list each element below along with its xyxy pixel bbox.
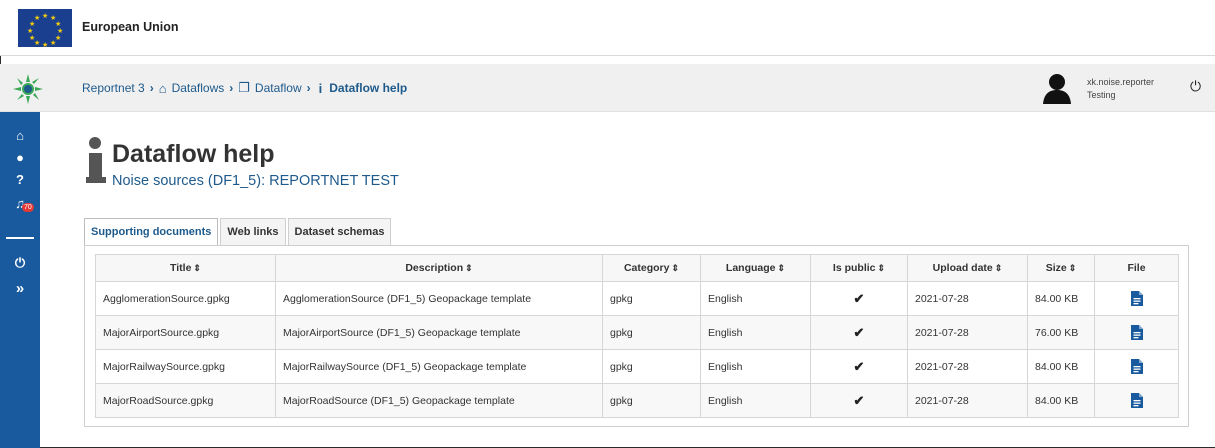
sort-icon: ⇕ (877, 263, 886, 273)
user-name: xk.noise.reporter (1087, 77, 1155, 87)
logout-power-icon[interactable]: ⏻ (1190, 78, 1201, 95)
eu-flag-logo: ★ ★ ★ ★ ★ ★ ★ ★ ★ ★ ★ ★ (18, 9, 72, 49)
page-title: Dataflow help (112, 140, 275, 168)
breadcrumb: Reportnet 3 › ⌂ Dataflows › ❐ Dataflow ›… (82, 80, 407, 96)
cell-category: gpkg (602, 349, 701, 384)
expand-sidebar-icon[interactable]: » (0, 280, 40, 297)
notification-badge: 70 (22, 203, 34, 212)
table-row: MajorRoadSource.gpkg MajorRoadSource (DF… (95, 383, 1179, 418)
chevron-right-icon: › (149, 81, 154, 95)
cell-upload-date: 2021-07-28 (907, 383, 1028, 418)
cell-category: gpkg (602, 281, 701, 316)
info-icon (86, 137, 106, 183)
cell-file (1094, 281, 1179, 316)
sort-icon: ⇕ (465, 263, 473, 273)
sort-icon: ⇕ (671, 263, 680, 273)
column-file: File (1094, 254, 1179, 282)
app-header: Reportnet 3 › ⌂ Dataflows › ❐ Dataflow ›… (0, 64, 1215, 112)
cell-size: 84.00 KB (1027, 349, 1095, 384)
cell-language: English (700, 281, 811, 316)
reportnet-logo-icon[interactable] (13, 74, 43, 104)
cell-size: 76.00 KB (1027, 315, 1095, 350)
column-language[interactable]: Language ⇕ (700, 254, 811, 282)
breadcrumb-dataflows[interactable]: Dataflows (172, 81, 225, 95)
info-icon: i (318, 80, 323, 96)
cell-description: MajorRailwaySource (DF1_5) Geopackage te… (275, 349, 603, 384)
page-subtitle: Noise sources (DF1_5): REPORTNET TEST (112, 173, 399, 189)
cell-title: MajorRoadSource.gpkg (95, 383, 276, 418)
cell-size: 84.00 KB (1027, 281, 1095, 316)
user-info[interactable]: xk.noise.reporter Testing (1087, 76, 1154, 102)
cell-upload-date: 2021-07-28 (907, 349, 1028, 384)
sort-icon: ⇕ (193, 263, 201, 273)
sort-icon: ⇕ (777, 263, 786, 273)
cell-file (1094, 349, 1179, 384)
file-download-icon[interactable] (1130, 359, 1143, 374)
clone-icon: ❐ (238, 80, 250, 95)
cell-description: MajorRoadSource (DF1_5) Geopackage templ… (275, 383, 603, 418)
sidebar: ⌂ ● ? ♫ 70 ⏻ » (0, 112, 40, 448)
table-row: MajorAirportSource.gpkg MajorAirportSour… (95, 315, 1179, 350)
table-row: AgglomerationSource.gpkg AgglomerationSo… (95, 281, 1179, 316)
cell-language: English (700, 315, 811, 350)
cell-file (1094, 315, 1179, 350)
tab-web-links[interactable]: Web links (220, 218, 286, 245)
cell-upload-date: 2021-07-28 (907, 315, 1028, 350)
table-header-row: Title ⇕ Description ⇕ Category ⇕ Language ⇕ … (95, 254, 1179, 282)
file-download-icon[interactable] (1130, 393, 1143, 408)
table-row: MajorRailwaySource.gpkg MajorRailwaySour… (95, 349, 1179, 384)
user-role: Testing (1087, 90, 1116, 100)
cell-title: AgglomerationSource.gpkg (95, 281, 276, 316)
cell-size: 84.00 KB (1027, 383, 1095, 418)
file-download-icon[interactable] (1130, 325, 1143, 340)
sidebar-divider (6, 237, 34, 239)
cell-category: gpkg (602, 315, 701, 350)
tab-bar: Supporting documents Web links Dataset s… (84, 218, 393, 246)
eu-bar: ★ ★ ★ ★ ★ ★ ★ ★ ★ ★ ★ ★ European Union (0, 0, 1215, 56)
cell-upload-date: 2021-07-28 (907, 281, 1028, 316)
check-icon: ✔ (810, 383, 908, 418)
chevron-right-icon: › (306, 81, 311, 95)
cell-language: English (700, 383, 811, 418)
user-profile-icon[interactable]: ● (0, 150, 40, 165)
breadcrumb-current: Dataflow help (329, 81, 408, 95)
cell-category: gpkg (602, 383, 701, 418)
column-is-public[interactable]: Is public ⇕ (810, 254, 908, 282)
check-icon: ✔ (810, 349, 908, 384)
check-icon: ✔ (810, 315, 908, 350)
notifications-bell-icon[interactable]: ♫ (0, 196, 40, 211)
sort-icon: ⇕ (994, 263, 1003, 273)
check-icon: ✔ (810, 281, 908, 316)
cell-title: MajorAirportSource.gpkg (95, 315, 276, 350)
column-category[interactable]: Category ⇕ (602, 254, 701, 282)
home-icon[interactable]: ⌂ (0, 128, 40, 143)
column-upload-date[interactable]: Upload date ⇕ (907, 254, 1028, 282)
column-description[interactable]: Description ⇕ (275, 254, 603, 282)
documents-table: Title ⇕ Description ⇕ Category ⇕ Language ⇕ … (95, 254, 1179, 418)
eu-title: European Union (82, 20, 179, 34)
logout-power-icon[interactable]: ⏻ (0, 255, 40, 271)
user-avatar-icon[interactable] (1042, 72, 1072, 104)
file-download-icon[interactable] (1130, 291, 1143, 306)
cell-title: MajorRailwaySource.gpkg (95, 349, 276, 384)
cell-description: MajorAirportSource (DF1_5) Geopackage te… (275, 315, 603, 350)
documents-panel: Title ⇕ Description ⇕ Category ⇕ Language ⇕ … (84, 245, 1189, 427)
chevron-right-icon: › (229, 81, 234, 95)
cell-language: English (700, 349, 811, 384)
sort-icon: ⇕ (1068, 263, 1077, 273)
cell-description: AgglomerationSource (DF1_5) Geopackage t… (275, 281, 603, 316)
help-icon[interactable]: ? (0, 172, 40, 187)
cell-file (1094, 383, 1179, 418)
tab-supporting-documents[interactable]: Supporting documents (84, 218, 219, 246)
breadcrumb-dataflow[interactable]: Dataflow (255, 81, 302, 95)
breadcrumb-reportnet[interactable]: Reportnet 3 (82, 81, 145, 95)
home-icon: ⌂ (158, 80, 167, 96)
tab-dataset-schemas[interactable]: Dataset schemas (287, 218, 392, 245)
column-size[interactable]: Size ⇕ (1027, 254, 1095, 282)
column-title[interactable]: Title ⇕ (95, 254, 276, 282)
